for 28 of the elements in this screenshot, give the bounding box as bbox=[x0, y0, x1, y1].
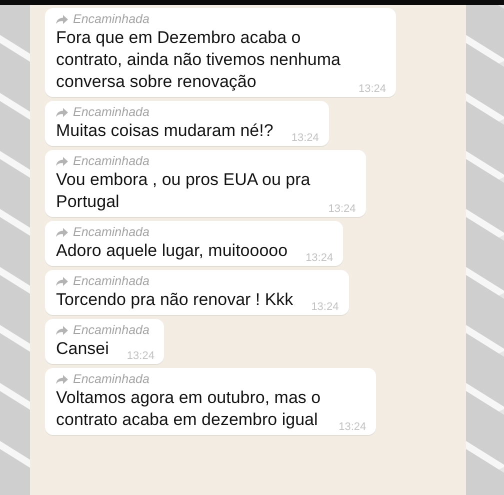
message-text: Muitas coisas mudaram né!? bbox=[56, 120, 274, 142]
forward-icon bbox=[56, 156, 68, 166]
forwarded-label: Encaminhada bbox=[73, 11, 150, 27]
message-text: Fora que em Dezembro acaba o contrato, ainda não tivemos nenhuma conversa sobre renovação bbox=[56, 27, 340, 93]
forwarded-label: Encaminhada bbox=[73, 273, 150, 289]
message-time: 13:24 bbox=[358, 82, 386, 96]
message-text: Torcendo pra não renovar ! Kkk bbox=[56, 289, 294, 311]
forwarded-label: Encaminhada bbox=[73, 224, 150, 240]
forward-icon bbox=[56, 108, 68, 116]
message-text: Voltamos agora em outubro, mas o contrato acaba em dezembro igual bbox=[56, 387, 321, 431]
forwarded-label: Encaminhada bbox=[73, 104, 150, 120]
message-time: 13:24 bbox=[306, 251, 334, 265]
message-time: 13:24 bbox=[291, 131, 319, 145]
message-time: 13:24 bbox=[126, 349, 154, 363]
forwarded-label: Encaminhada bbox=[73, 371, 150, 387]
message-time: 13:24 bbox=[311, 300, 339, 314]
forwarded-label: Encaminhada bbox=[73, 153, 150, 169]
message-text: Adoro aquele lugar, muitooooo bbox=[56, 240, 288, 262]
forward-icon bbox=[56, 326, 68, 334]
forwarded-label: Encaminhada bbox=[73, 322, 150, 338]
forward-icon bbox=[56, 276, 68, 286]
forward-icon bbox=[56, 14, 68, 24]
forward-icon bbox=[56, 374, 68, 384]
message-text: Cansei bbox=[56, 338, 109, 360]
message-text: Vou embora , ou pros EUA ou pra Portugal bbox=[56, 169, 310, 213]
forward-icon bbox=[56, 228, 68, 236]
message-time: 13:24 bbox=[328, 202, 356, 216]
message-time: 13:24 bbox=[338, 420, 366, 434]
